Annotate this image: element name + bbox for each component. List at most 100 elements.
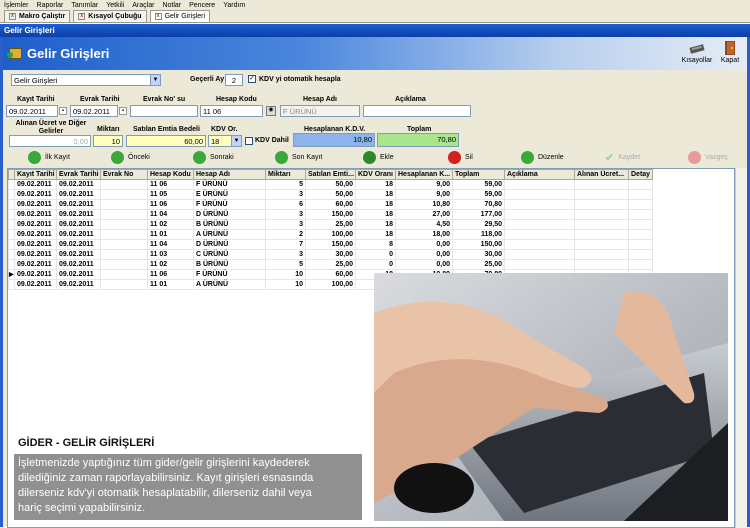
column-header[interactable]: KDV Oranı (355, 169, 396, 180)
auto-vat-checkbox[interactable]: ✓ (248, 75, 256, 83)
cancel-button[interactable]: Vazgeç (688, 151, 728, 164)
column-header[interactable]: Evrak Tarihi (56, 169, 101, 180)
table-cell: A ÜRÜNÜ (193, 279, 266, 290)
hesaplanan-kdv-label: Hesaplanan K.D.V. (304, 126, 366, 133)
column-header[interactable]: Hesap Adı (193, 169, 266, 180)
column-header[interactable]: Açıklama (504, 169, 575, 180)
previous-button[interactable]: Önceki (111, 151, 150, 164)
menu-raporlar[interactable]: Raporlar (37, 2, 64, 9)
menu-notlar[interactable]: Notlar (162, 2, 181, 9)
table-cell: A ÜRÜNÜ (193, 229, 266, 240)
edit-label: Düzenle (538, 154, 564, 161)
table-row[interactable]: 09.02.2011 09.02.2011 11 01 A ÜRÜNÜ 2 100,00 1… (8, 229, 653, 240)
table-cell: 25,00 (305, 259, 356, 270)
camera-icon[interactable]: ◉ (266, 106, 276, 116)
table-row[interactable]: 09.02.2011 09.02.2011 11 03 C ÜRÜNÜ 3 30,00 0 0… (8, 249, 653, 260)
evrak-tarihi-input[interactable]: 09.02.2011 (70, 105, 118, 117)
table-cell (100, 219, 148, 230)
menu-yardim[interactable]: Yardım (223, 2, 245, 9)
menu-yetkili[interactable]: Yetkili (106, 2, 124, 9)
menu-islemler[interactable]: İşlemler (4, 2, 29, 9)
calendar-icon[interactable]: ▪ (119, 107, 127, 115)
hesaplanan-kdv-value: 10,80 (293, 133, 375, 147)
aciklama-input[interactable] (363, 105, 471, 117)
alinan-input[interactable]: 0,00 (9, 135, 91, 147)
table-cell (100, 199, 148, 210)
table-cell (574, 209, 629, 220)
last-record-button[interactable]: Son Kayıt (275, 151, 322, 164)
caption-line: dilediğiniz zaman raporlayabilirsiniz. K… (18, 472, 314, 484)
column-header[interactable]: Hesap Kodu (147, 169, 194, 180)
hesap-adi-input[interactable]: F ÜRÜNÜ (280, 105, 360, 117)
column-header[interactable]: Detay (628, 169, 653, 180)
past-months-input[interactable]: 2 (225, 74, 243, 86)
column-header[interactable]: Miktarı (265, 169, 306, 180)
table-row[interactable]: 09.02.2011 09.02.2011 11 06 F ÜRÜNÜ 5 50,00 18… (8, 179, 653, 190)
close-icon[interactable]: x (9, 13, 16, 20)
emtia-input[interactable]: 60,00 (126, 135, 206, 147)
menu-pencere[interactable]: Pencere (189, 2, 215, 9)
table-row[interactable]: 09.02.2011 09.02.2011 11 02 B ÜRÜNÜ 5 25,00 0 0… (8, 259, 653, 270)
edit-button[interactable]: Düzenle (521, 151, 564, 164)
tab-kisayol-cubugu[interactable]: x Kısayol Çubuğu (73, 10, 147, 22)
record-navigation-bar: İlk Kayıt Önceki Sonraki Son Kayıt Ekle … (3, 148, 747, 168)
table-row[interactable]: 09.02.2011 09.02.2011 11 06 F ÜRÜNÜ 6 60,00 18… (8, 199, 653, 210)
column-header[interactable]: Alınan Ücret... (574, 169, 629, 180)
table-cell: E ÜRÜNÜ (193, 189, 266, 200)
table-cell: 50,00 (305, 179, 356, 190)
table-cell: 09.02.2011 (14, 269, 57, 280)
emtia-label: Satılan Emtia Bedeli (133, 126, 200, 133)
chevron-down-icon[interactable]: ▼ (150, 75, 160, 85)
table-row[interactable]: 09.02.2011 09.02.2011 11 02 B ÜRÜNÜ 3 25,00 18… (8, 219, 653, 230)
close-icon[interactable]: x (154, 13, 162, 20)
delete-button[interactable]: Sil (448, 151, 473, 164)
tab-gelir-girisleri[interactable]: x Gelir Girişleri (149, 10, 211, 22)
table-cell (504, 259, 575, 270)
vertical-scrollbar[interactable] (735, 168, 747, 528)
shortcuts-button[interactable]: Kısayollar (680, 41, 714, 69)
close-window-button[interactable]: Kapat (713, 41, 747, 69)
column-header[interactable]: Satılan Emti... (305, 169, 356, 180)
table-row[interactable]: 09.02.2011 09.02.2011 11 04 D ÜRÜNÜ 3 150,00 1… (8, 209, 653, 220)
filter-bar: Gelir Girişleri ▼ Geçerli Ay 2 ✓ KDV yi o… (3, 71, 747, 93)
next-button[interactable]: Sonraki (193, 151, 234, 164)
tab-makro-calistir[interactable]: x Makro Çalıştır (4, 10, 71, 22)
toplam-label: Toplam (407, 126, 432, 133)
miktar-input[interactable]: 10 (93, 135, 123, 147)
close-icon[interactable]: x (78, 13, 86, 20)
menu-araclar[interactable]: Araçlar (132, 2, 154, 9)
column-header[interactable]: Evrak No (100, 169, 148, 180)
table-cell: 0,00 (395, 249, 453, 260)
column-header[interactable]: Toplam (452, 169, 505, 180)
table-cell: 150,00 (452, 239, 505, 250)
evrak-no-input[interactable] (130, 105, 198, 117)
evrak-tarihi-label: Evrak Tarihi (80, 96, 120, 103)
add-button[interactable]: Ekle (363, 151, 394, 164)
hesap-kodu-input[interactable]: 11 06 (200, 105, 263, 117)
calendar-icon[interactable]: ▪ (59, 107, 67, 115)
kayit-tarihi-input[interactable]: 09.02.2011 (6, 105, 58, 117)
table-cell (574, 229, 629, 240)
menu-tanimlar[interactable]: Tanımlar (71, 2, 98, 9)
chevron-down-icon[interactable]: ▼ (231, 136, 241, 146)
table-row[interactable]: 09.02.2011 09.02.2011 11 05 E ÜRÜNÜ 3 50,00 18… (8, 189, 653, 200)
column-header[interactable]: Hesaplanan K... (395, 169, 453, 180)
first-record-label: İlk Kayıt (45, 154, 70, 161)
plus-icon (363, 151, 376, 164)
table-cell: 09.02.2011 (56, 239, 101, 250)
table-cell (628, 229, 653, 240)
save-button[interactable]: ✔ Kaydet (605, 151, 640, 164)
table-cell: 2 (265, 229, 306, 240)
column-header[interactable]: Kayıt Tarihi (14, 169, 57, 180)
kdv-dahil-checkbox[interactable] (245, 137, 253, 145)
table-cell: 11 05 (147, 189, 194, 200)
type-select[interactable]: Gelir Girişleri ▼ (11, 74, 161, 86)
table-cell: 118,00 (452, 229, 505, 240)
table-cell (504, 199, 575, 210)
kdv-oran-select[interactable]: 18 ▼ (208, 135, 242, 147)
table-cell: 177,00 (452, 209, 505, 220)
table-cell (574, 199, 629, 210)
table-row[interactable]: 09.02.2011 09.02.2011 11 04 D ÜRÜNÜ 7 150,00 8… (8, 239, 653, 250)
first-record-button[interactable]: İlk Kayıt (28, 151, 70, 164)
table-cell: 6 (265, 199, 306, 210)
